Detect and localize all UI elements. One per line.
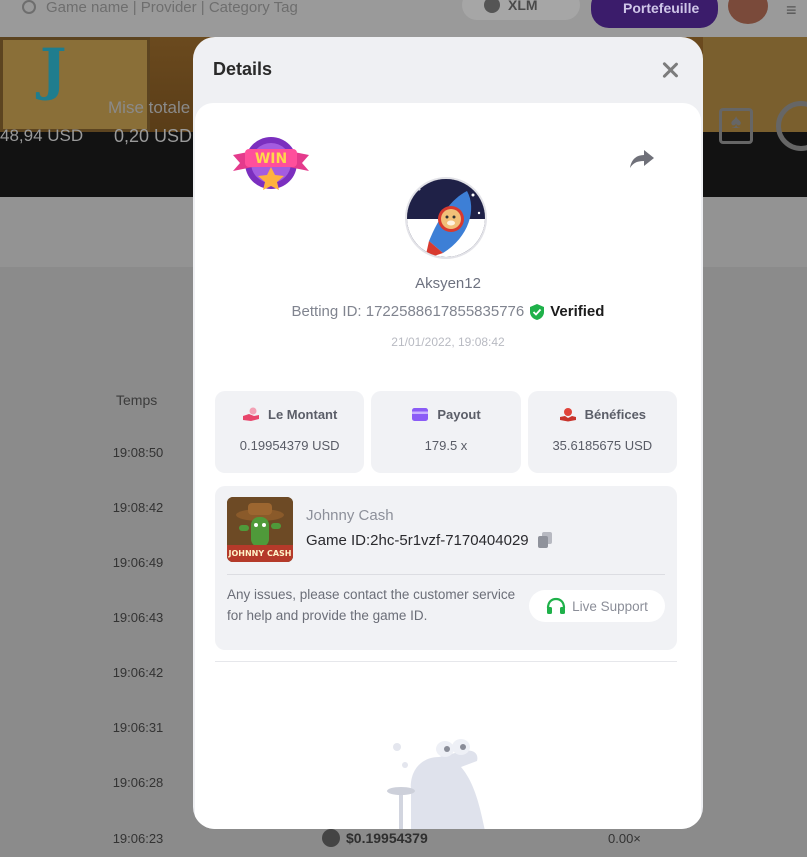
help-text: Any issues, please contact the customer … — [227, 587, 516, 623]
game-id: Game ID:2hc-5r1vzf-7170404029 — [306, 531, 529, 549]
time-cell: 19:06:42 — [112, 665, 164, 680]
game-name[interactable]: Johnny Cash — [306, 507, 394, 524]
time-cell: 19:06:23 — [112, 831, 164, 846]
search-icon — [22, 0, 36, 14]
hand-profit-icon — [559, 408, 576, 422]
currency-selector[interactable]: XLM — [462, 0, 580, 20]
stat-profit: Bénéfices 35.6185675 USD — [527, 391, 677, 473]
stat-payout-label: Payout — [437, 407, 481, 422]
game-thumbnail[interactable]: JOHNNY CASH — [227, 497, 293, 562]
mise-totale-label: Mise totale — [108, 98, 191, 117]
cards-icon[interactable]: ♠ — [719, 108, 753, 144]
win-badge-text: WIN — [255, 151, 287, 167]
bet-stats: Le Montant 0.19954379 USD Payout 179.5 x — [215, 391, 677, 473]
time-cell: 19:06:31 — [112, 720, 164, 735]
modal-body: WIN Aksyen12 Betting ID: 172258861785583… — [195, 103, 701, 829]
game-info-card: JOHNNY CASH Johnny Cash Game ID:2hc-5r1v… — [215, 486, 677, 650]
search-placeholder: Game name | Provider | Category Tag — [46, 0, 298, 16]
live-support-button[interactable]: Live Support — [529, 590, 665, 622]
bet-amount-value: $0.19954379 — [346, 830, 428, 846]
game-thumb-label: JOHNNY CASH — [228, 549, 292, 558]
details-modal: Details WIN Aksyen12 Betting ID: 1722588… — [193, 37, 703, 829]
slot-symbol-j: J — [40, 37, 67, 103]
game-balance: 48,94 USD — [0, 126, 84, 145]
section-divider — [215, 661, 677, 662]
wallet-button[interactable]: Portefeuille — [591, 0, 718, 28]
crocodile-mascot-icon — [387, 739, 485, 829]
verified-shield-icon — [530, 303, 545, 320]
verified-label: Verified — [550, 303, 605, 320]
bet-amount-cell: $0.19954379 — [322, 829, 428, 847]
close-icon[interactable] — [659, 59, 681, 81]
coin-icon — [322, 829, 340, 847]
bet-timestamp: 21/01/2022, 19:08:42 — [391, 335, 505, 349]
share-icon[interactable] — [629, 149, 655, 169]
payout-cell: 0.00× — [608, 831, 641, 846]
stat-amount: Le Montant 0.19954379 USD — [215, 391, 365, 473]
betting-id: Betting ID: 1722588617855835776 — [291, 303, 525, 320]
search-bar[interactable]: Game name | Provider | Category Tag — [22, 0, 442, 22]
time-cell: 19:08:50 — [112, 445, 164, 460]
hand-coin-icon — [243, 407, 259, 421]
player-username: Aksyen12 — [415, 275, 481, 292]
stat-payout-value: 179.5 x — [424, 438, 468, 453]
win-badge-icon: WIN — [233, 137, 309, 190]
card-icon — [412, 408, 429, 421]
mise-totale-value: 0,20 USD — [114, 126, 193, 146]
menu-icon[interactable]: ≡ — [786, 0, 797, 21]
betting-id-row: Betting ID: 1722588617855835776 Verified — [195, 303, 701, 320]
game-id-row: Game ID:2hc-5r1vzf-7170404029 — [306, 531, 553, 549]
copy-icon[interactable] — [537, 531, 553, 549]
player-avatar — [405, 177, 487, 259]
time-cell: 19:06:49 — [112, 555, 164, 570]
time-cell: 19:08:42 — [112, 500, 164, 515]
stat-profit-value: 35.6185675 USD — [552, 438, 653, 453]
headset-icon — [546, 597, 566, 614]
modal-title: Details — [213, 59, 273, 79]
column-header-time: Temps — [116, 392, 158, 408]
xlm-coin-icon — [484, 0, 500, 13]
stat-profit-label: Bénéfices — [584, 407, 647, 422]
doge-rocket-icon — [407, 179, 485, 257]
live-support-label: Live Support — [572, 598, 648, 614]
time-cell: 19:06:43 — [112, 610, 164, 625]
wallet-label: Portefeuille — [623, 0, 700, 16]
time-cell: 19:06:28 — [112, 775, 164, 790]
stat-payout: Payout 179.5 x — [371, 391, 521, 473]
stat-amount-label: Le Montant — [268, 407, 338, 422]
currency-label: XLM — [508, 0, 538, 13]
stat-amount-value: 0.19954379 USD — [239, 438, 340, 453]
card-divider — [227, 574, 665, 575]
